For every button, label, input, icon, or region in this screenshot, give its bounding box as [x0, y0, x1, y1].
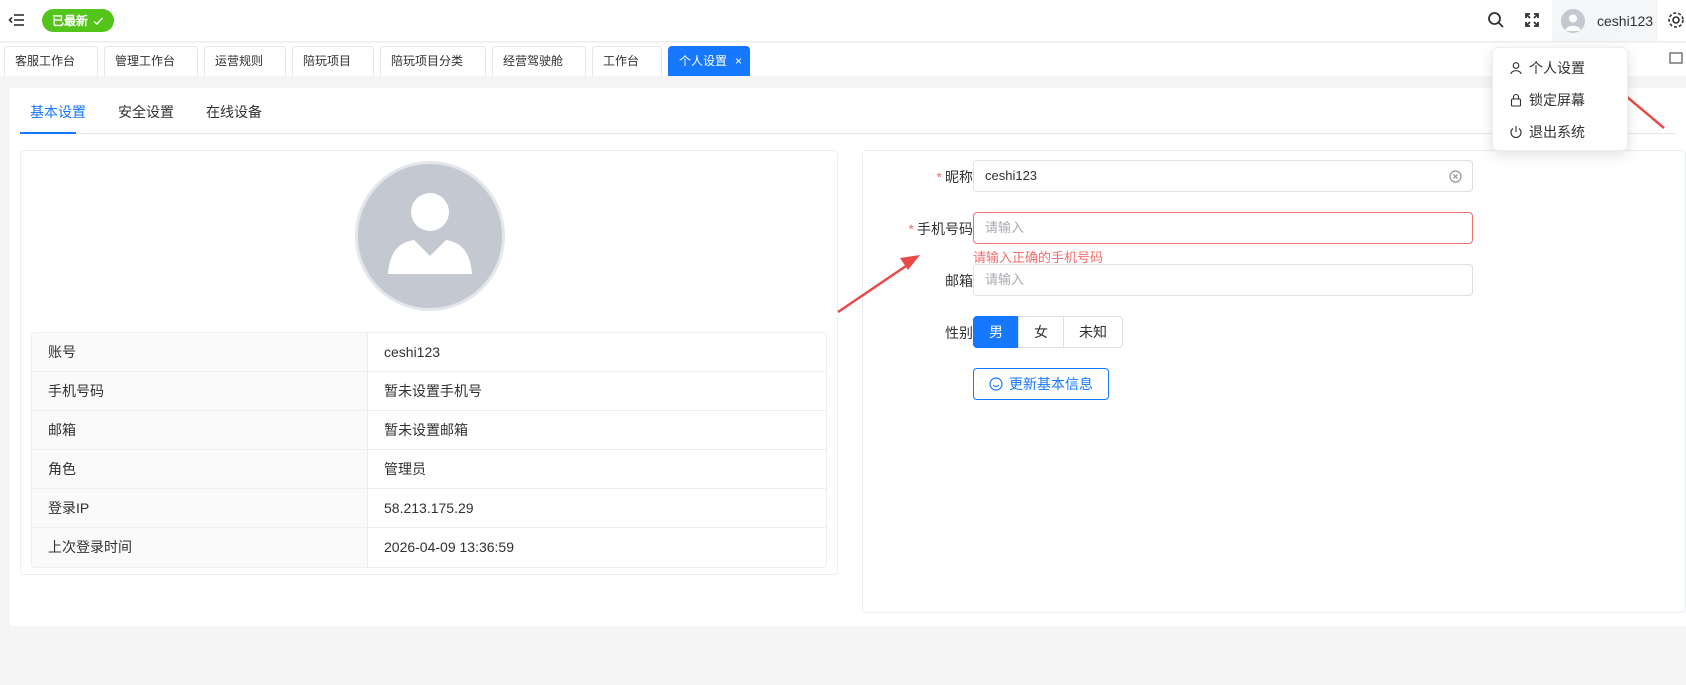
user-dropdown-menu: 个人设置 锁定屏幕 退出系统: [1492, 47, 1628, 151]
power-icon: [1509, 125, 1523, 139]
dropdown-item-logout[interactable]: 退出系统: [1509, 121, 1585, 143]
arrow-to-phone-field: [837, 255, 920, 314]
dropdown-item-label: 锁定屏幕: [1529, 92, 1585, 108]
dropdown-item-lock-screen[interactable]: 锁定屏幕: [1509, 89, 1585, 111]
dropdown-item-label: 退出系统: [1529, 124, 1585, 140]
dropdown-item-personal-settings[interactable]: 个人设置: [1509, 57, 1585, 79]
user-icon: [1509, 61, 1523, 75]
annotation-arrows: [837, 77, 1665, 314]
dropdown-item-label: 个人设置: [1529, 60, 1585, 76]
lock-icon: [1509, 93, 1523, 107]
